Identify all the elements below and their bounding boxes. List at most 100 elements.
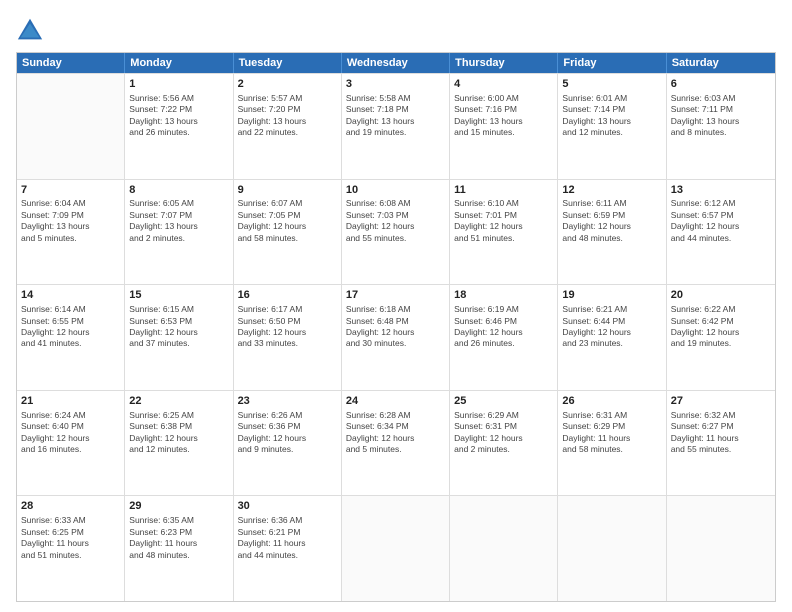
cell-info: Sunrise: 6:10 AM Sunset: 7:01 PM Dayligh… bbox=[454, 198, 553, 244]
cell-info: Sunrise: 6:24 AM Sunset: 6:40 PM Dayligh… bbox=[21, 410, 120, 456]
calendar-header: SundayMondayTuesdayWednesdayThursdayFrid… bbox=[17, 53, 775, 73]
day-header-saturday: Saturday bbox=[667, 53, 775, 73]
cal-cell: 28Sunrise: 6:33 AM Sunset: 6:25 PM Dayli… bbox=[17, 496, 125, 601]
cal-cell bbox=[558, 496, 666, 601]
cell-info: Sunrise: 6:14 AM Sunset: 6:55 PM Dayligh… bbox=[21, 304, 120, 350]
cal-cell: 18Sunrise: 6:19 AM Sunset: 6:46 PM Dayli… bbox=[450, 285, 558, 390]
cal-cell: 20Sunrise: 6:22 AM Sunset: 6:42 PM Dayli… bbox=[667, 285, 775, 390]
header bbox=[16, 16, 776, 44]
cell-info: Sunrise: 5:58 AM Sunset: 7:18 PM Dayligh… bbox=[346, 93, 445, 139]
day-number: 28 bbox=[21, 499, 120, 514]
cell-info: Sunrise: 6:15 AM Sunset: 6:53 PM Dayligh… bbox=[129, 304, 228, 350]
cal-cell: 6Sunrise: 6:03 AM Sunset: 7:11 PM Daylig… bbox=[667, 74, 775, 179]
day-number: 15 bbox=[129, 288, 228, 303]
week-row-2: 7Sunrise: 6:04 AM Sunset: 7:09 PM Daylig… bbox=[17, 179, 775, 285]
day-number: 4 bbox=[454, 77, 553, 92]
cal-cell: 21Sunrise: 6:24 AM Sunset: 6:40 PM Dayli… bbox=[17, 391, 125, 496]
cell-info: Sunrise: 6:07 AM Sunset: 7:05 PM Dayligh… bbox=[238, 198, 337, 244]
day-number: 18 bbox=[454, 288, 553, 303]
day-number: 11 bbox=[454, 183, 553, 198]
cell-info: Sunrise: 6:31 AM Sunset: 6:29 PM Dayligh… bbox=[562, 410, 661, 456]
cell-info: Sunrise: 6:33 AM Sunset: 6:25 PM Dayligh… bbox=[21, 515, 120, 561]
cal-cell: 27Sunrise: 6:32 AM Sunset: 6:27 PM Dayli… bbox=[667, 391, 775, 496]
calendar: SundayMondayTuesdayWednesdayThursdayFrid… bbox=[16, 52, 776, 602]
cell-info: Sunrise: 6:29 AM Sunset: 6:31 PM Dayligh… bbox=[454, 410, 553, 456]
cal-cell: 4Sunrise: 6:00 AM Sunset: 7:16 PM Daylig… bbox=[450, 74, 558, 179]
cal-cell: 12Sunrise: 6:11 AM Sunset: 6:59 PM Dayli… bbox=[558, 180, 666, 285]
cal-cell: 9Sunrise: 6:07 AM Sunset: 7:05 PM Daylig… bbox=[234, 180, 342, 285]
cell-info: Sunrise: 6:08 AM Sunset: 7:03 PM Dayligh… bbox=[346, 198, 445, 244]
cal-cell: 29Sunrise: 6:35 AM Sunset: 6:23 PM Dayli… bbox=[125, 496, 233, 601]
cal-cell: 17Sunrise: 6:18 AM Sunset: 6:48 PM Dayli… bbox=[342, 285, 450, 390]
day-number: 8 bbox=[129, 183, 228, 198]
day-header-thursday: Thursday bbox=[450, 53, 558, 73]
cell-info: Sunrise: 6:00 AM Sunset: 7:16 PM Dayligh… bbox=[454, 93, 553, 139]
cell-info: Sunrise: 6:19 AM Sunset: 6:46 PM Dayligh… bbox=[454, 304, 553, 350]
cell-info: Sunrise: 6:36 AM Sunset: 6:21 PM Dayligh… bbox=[238, 515, 337, 561]
cal-cell: 5Sunrise: 6:01 AM Sunset: 7:14 PM Daylig… bbox=[558, 74, 666, 179]
cell-info: Sunrise: 6:05 AM Sunset: 7:07 PM Dayligh… bbox=[129, 198, 228, 244]
cell-info: Sunrise: 6:18 AM Sunset: 6:48 PM Dayligh… bbox=[346, 304, 445, 350]
day-number: 14 bbox=[21, 288, 120, 303]
cal-cell: 25Sunrise: 6:29 AM Sunset: 6:31 PM Dayli… bbox=[450, 391, 558, 496]
cell-info: Sunrise: 6:25 AM Sunset: 6:38 PM Dayligh… bbox=[129, 410, 228, 456]
cell-info: Sunrise: 6:03 AM Sunset: 7:11 PM Dayligh… bbox=[671, 93, 771, 139]
cal-cell: 22Sunrise: 6:25 AM Sunset: 6:38 PM Dayli… bbox=[125, 391, 233, 496]
cell-info: Sunrise: 5:57 AM Sunset: 7:20 PM Dayligh… bbox=[238, 93, 337, 139]
day-number: 12 bbox=[562, 183, 661, 198]
cell-info: Sunrise: 6:01 AM Sunset: 7:14 PM Dayligh… bbox=[562, 93, 661, 139]
day-header-tuesday: Tuesday bbox=[234, 53, 342, 73]
cal-cell: 11Sunrise: 6:10 AM Sunset: 7:01 PM Dayli… bbox=[450, 180, 558, 285]
day-number: 5 bbox=[562, 77, 661, 92]
cell-info: Sunrise: 6:21 AM Sunset: 6:44 PM Dayligh… bbox=[562, 304, 661, 350]
cal-cell: 30Sunrise: 6:36 AM Sunset: 6:21 PM Dayli… bbox=[234, 496, 342, 601]
cell-info: Sunrise: 6:04 AM Sunset: 7:09 PM Dayligh… bbox=[21, 198, 120, 244]
day-number: 9 bbox=[238, 183, 337, 198]
cal-cell: 3Sunrise: 5:58 AM Sunset: 7:18 PM Daylig… bbox=[342, 74, 450, 179]
cell-info: Sunrise: 6:26 AM Sunset: 6:36 PM Dayligh… bbox=[238, 410, 337, 456]
cell-info: Sunrise: 6:32 AM Sunset: 6:27 PM Dayligh… bbox=[671, 410, 771, 456]
day-number: 7 bbox=[21, 183, 120, 198]
day-number: 6 bbox=[671, 77, 771, 92]
day-number: 25 bbox=[454, 394, 553, 409]
logo-icon bbox=[16, 16, 44, 44]
cell-info: Sunrise: 6:35 AM Sunset: 6:23 PM Dayligh… bbox=[129, 515, 228, 561]
day-number: 10 bbox=[346, 183, 445, 198]
cell-info: Sunrise: 6:12 AM Sunset: 6:57 PM Dayligh… bbox=[671, 198, 771, 244]
cal-cell: 19Sunrise: 6:21 AM Sunset: 6:44 PM Dayli… bbox=[558, 285, 666, 390]
day-header-sunday: Sunday bbox=[17, 53, 125, 73]
day-number: 20 bbox=[671, 288, 771, 303]
cal-cell: 16Sunrise: 6:17 AM Sunset: 6:50 PM Dayli… bbox=[234, 285, 342, 390]
cell-info: Sunrise: 6:17 AM Sunset: 6:50 PM Dayligh… bbox=[238, 304, 337, 350]
cell-info: Sunrise: 6:22 AM Sunset: 6:42 PM Dayligh… bbox=[671, 304, 771, 350]
page: SundayMondayTuesdayWednesdayThursdayFrid… bbox=[0, 0, 792, 612]
cal-cell: 15Sunrise: 6:15 AM Sunset: 6:53 PM Dayli… bbox=[125, 285, 233, 390]
cal-cell: 14Sunrise: 6:14 AM Sunset: 6:55 PM Dayli… bbox=[17, 285, 125, 390]
day-number: 21 bbox=[21, 394, 120, 409]
day-number: 23 bbox=[238, 394, 337, 409]
cal-cell: 7Sunrise: 6:04 AM Sunset: 7:09 PM Daylig… bbox=[17, 180, 125, 285]
cal-cell: 8Sunrise: 6:05 AM Sunset: 7:07 PM Daylig… bbox=[125, 180, 233, 285]
calendar-body: 1Sunrise: 5:56 AM Sunset: 7:22 PM Daylig… bbox=[17, 73, 775, 601]
day-header-wednesday: Wednesday bbox=[342, 53, 450, 73]
day-number: 16 bbox=[238, 288, 337, 303]
day-number: 27 bbox=[671, 394, 771, 409]
cell-info: Sunrise: 6:11 AM Sunset: 6:59 PM Dayligh… bbox=[562, 198, 661, 244]
cal-cell bbox=[450, 496, 558, 601]
day-number: 13 bbox=[671, 183, 771, 198]
day-number: 1 bbox=[129, 77, 228, 92]
day-header-monday: Monday bbox=[125, 53, 233, 73]
cal-cell: 23Sunrise: 6:26 AM Sunset: 6:36 PM Dayli… bbox=[234, 391, 342, 496]
cal-cell: 24Sunrise: 6:28 AM Sunset: 6:34 PM Dayli… bbox=[342, 391, 450, 496]
week-row-3: 14Sunrise: 6:14 AM Sunset: 6:55 PM Dayli… bbox=[17, 284, 775, 390]
week-row-5: 28Sunrise: 6:33 AM Sunset: 6:25 PM Dayli… bbox=[17, 495, 775, 601]
day-number: 30 bbox=[238, 499, 337, 514]
cal-cell: 26Sunrise: 6:31 AM Sunset: 6:29 PM Dayli… bbox=[558, 391, 666, 496]
cal-cell bbox=[667, 496, 775, 601]
week-row-1: 1Sunrise: 5:56 AM Sunset: 7:22 PM Daylig… bbox=[17, 73, 775, 179]
day-number: 24 bbox=[346, 394, 445, 409]
day-header-friday: Friday bbox=[558, 53, 666, 73]
cal-cell bbox=[17, 74, 125, 179]
cell-info: Sunrise: 6:28 AM Sunset: 6:34 PM Dayligh… bbox=[346, 410, 445, 456]
day-number: 3 bbox=[346, 77, 445, 92]
